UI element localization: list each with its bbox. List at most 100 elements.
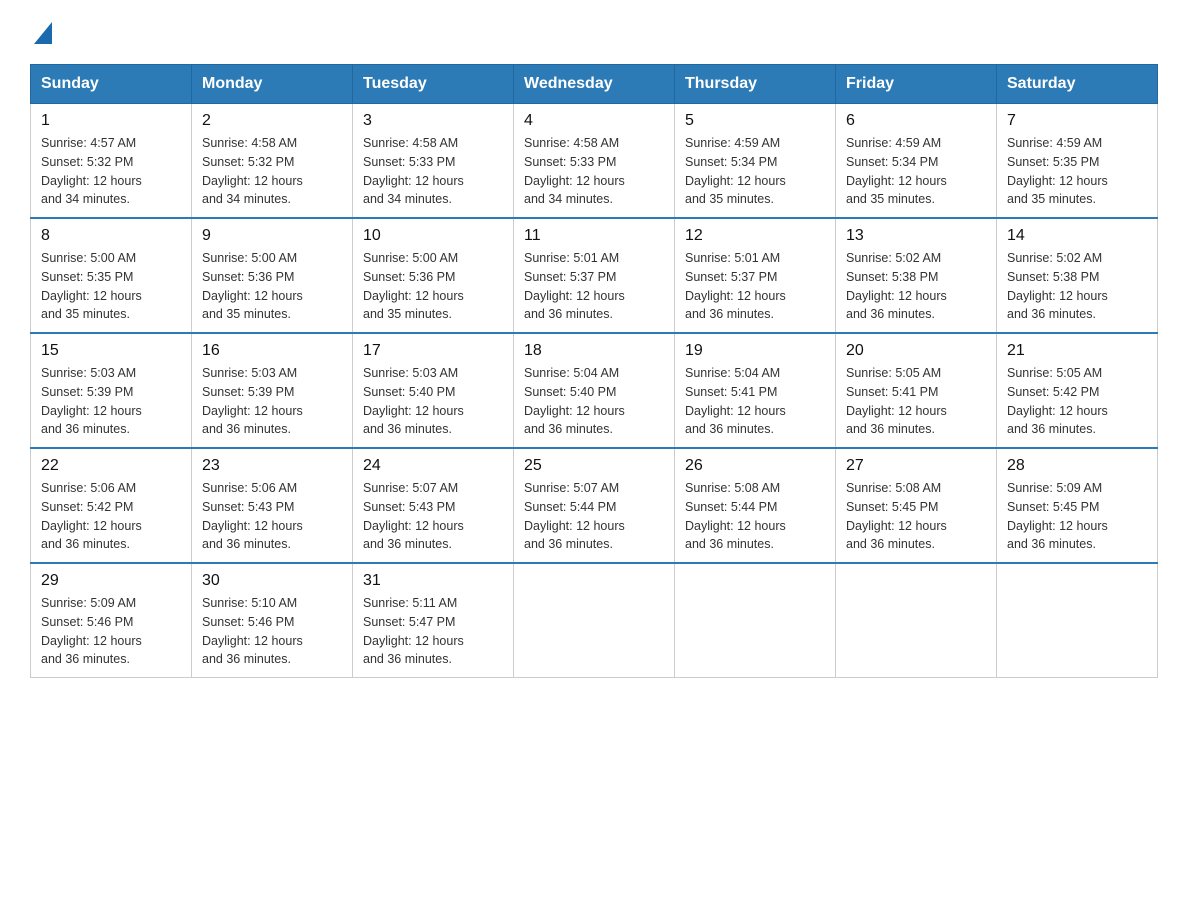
day-info: Sunrise: 5:04 AMSunset: 5:41 PMDaylight:… xyxy=(685,366,786,436)
day-number: 27 xyxy=(846,457,986,475)
day-info: Sunrise: 5:02 AMSunset: 5:38 PMDaylight:… xyxy=(846,251,947,321)
day-number: 3 xyxy=(363,112,503,130)
day-number: 4 xyxy=(524,112,664,130)
day-number: 11 xyxy=(524,227,664,245)
day-number: 20 xyxy=(846,342,986,360)
calendar-day-cell: 3 Sunrise: 4:58 AMSunset: 5:33 PMDaylight… xyxy=(353,104,514,219)
day-info: Sunrise: 5:05 AMSunset: 5:41 PMDaylight:… xyxy=(846,366,947,436)
calendar-day-cell: 1Sunrise: 4:57 AMSunset: 5:32 PMDaylight… xyxy=(31,104,192,219)
calendar-week-row: 8 Sunrise: 5:00 AMSunset: 5:35 PMDaylight… xyxy=(31,218,1158,333)
day-number: 2 xyxy=(202,112,342,130)
calendar-day-cell: 2 Sunrise: 4:58 AMSunset: 5:32 PMDaylight… xyxy=(192,104,353,219)
day-number: 5 xyxy=(685,112,825,130)
calendar-day-cell: 31 Sunrise: 5:11 AMSunset: 5:47 PMDayligh… xyxy=(353,563,514,678)
calendar-day-cell: 11 Sunrise: 5:01 AMSunset: 5:37 PMDayligh… xyxy=(514,218,675,333)
calendar-day-cell: 23 Sunrise: 5:06 AMSunset: 5:43 PMDayligh… xyxy=(192,448,353,563)
day-info: Sunrise: 5:02 AMSunset: 5:38 PMDaylight:… xyxy=(1007,251,1108,321)
day-number: 21 xyxy=(1007,342,1147,360)
calendar-week-row: 15 Sunrise: 5:03 AMSunset: 5:39 PMDayligh… xyxy=(31,333,1158,448)
weekday-header-wednesday: Wednesday xyxy=(514,65,675,104)
calendar-day-cell: 5 Sunrise: 4:59 AMSunset: 5:34 PMDaylight… xyxy=(675,104,836,219)
calendar-day-cell: 24Sunrise: 5:07 AMSunset: 5:43 PMDayligh… xyxy=(353,448,514,563)
day-number: 9 xyxy=(202,227,342,245)
calendar-day-cell: 25 Sunrise: 5:07 AMSunset: 5:44 PMDayligh… xyxy=(514,448,675,563)
day-number: 26 xyxy=(685,457,825,475)
day-number: 16 xyxy=(202,342,342,360)
calendar-day-cell: 18Sunrise: 5:04 AMSunset: 5:40 PMDayligh… xyxy=(514,333,675,448)
calendar-day-cell: 13Sunrise: 5:02 AMSunset: 5:38 PMDayligh… xyxy=(836,218,997,333)
calendar-day-cell: 16 Sunrise: 5:03 AMSunset: 5:39 PMDayligh… xyxy=(192,333,353,448)
day-info: Sunrise: 5:09 AMSunset: 5:45 PMDaylight:… xyxy=(1007,481,1108,551)
day-info: Sunrise: 5:07 AMSunset: 5:44 PMDaylight:… xyxy=(524,481,625,551)
calendar-week-row: 1Sunrise: 4:57 AMSunset: 5:32 PMDaylight… xyxy=(31,104,1158,219)
day-number: 15 xyxy=(41,342,181,360)
day-number: 23 xyxy=(202,457,342,475)
weekday-header-saturday: Saturday xyxy=(997,65,1158,104)
day-info: Sunrise: 5:11 AMSunset: 5:47 PMDaylight:… xyxy=(363,596,464,666)
calendar-day-cell: 12 Sunrise: 5:01 AMSunset: 5:37 PMDayligh… xyxy=(675,218,836,333)
weekday-header-friday: Friday xyxy=(836,65,997,104)
day-info: Sunrise: 5:10 AMSunset: 5:46 PMDaylight:… xyxy=(202,596,303,666)
day-info: Sunrise: 4:59 AMSunset: 5:34 PMDaylight:… xyxy=(846,136,947,206)
calendar-day-cell: 14Sunrise: 5:02 AMSunset: 5:38 PMDayligh… xyxy=(997,218,1158,333)
day-info: Sunrise: 5:03 AMSunset: 5:40 PMDaylight:… xyxy=(363,366,464,436)
calendar-week-row: 29Sunrise: 5:09 AMSunset: 5:46 PMDayligh… xyxy=(31,563,1158,678)
logo-arrow-icon xyxy=(34,22,52,44)
calendar-table: SundayMondayTuesdayWednesdayThursdayFrid… xyxy=(30,64,1158,678)
day-info: Sunrise: 4:58 AMSunset: 5:32 PMDaylight:… xyxy=(202,136,303,206)
calendar-day-cell: 19 Sunrise: 5:04 AMSunset: 5:41 PMDayligh… xyxy=(675,333,836,448)
calendar-day-cell: 30 Sunrise: 5:10 AMSunset: 5:46 PMDayligh… xyxy=(192,563,353,678)
calendar-day-cell: 22 Sunrise: 5:06 AMSunset: 5:42 PMDayligh… xyxy=(31,448,192,563)
logo xyxy=(30,20,32,44)
calendar-day-cell: 4 Sunrise: 4:58 AMSunset: 5:33 PMDaylight… xyxy=(514,104,675,219)
day-info: Sunrise: 4:58 AMSunset: 5:33 PMDaylight:… xyxy=(524,136,625,206)
day-number: 10 xyxy=(363,227,503,245)
calendar-day-cell: 27 Sunrise: 5:08 AMSunset: 5:45 PMDayligh… xyxy=(836,448,997,563)
day-info: Sunrise: 5:01 AMSunset: 5:37 PMDaylight:… xyxy=(685,251,786,321)
day-number: 12 xyxy=(685,227,825,245)
weekday-header-monday: Monday xyxy=(192,65,353,104)
day-number: 17 xyxy=(363,342,503,360)
day-info: Sunrise: 5:05 AMSunset: 5:42 PMDaylight:… xyxy=(1007,366,1108,436)
day-info: Sunrise: 5:00 AMSunset: 5:35 PMDaylight:… xyxy=(41,251,142,321)
weekday-header-sunday: Sunday xyxy=(31,65,192,104)
calendar-day-cell xyxy=(514,563,675,678)
weekday-header-tuesday: Tuesday xyxy=(353,65,514,104)
day-info: Sunrise: 4:58 AMSunset: 5:33 PMDaylight:… xyxy=(363,136,464,206)
calendar-day-cell: 17 Sunrise: 5:03 AMSunset: 5:40 PMDayligh… xyxy=(353,333,514,448)
calendar-day-cell: 28Sunrise: 5:09 AMSunset: 5:45 PMDayligh… xyxy=(997,448,1158,563)
calendar-day-cell: 20 Sunrise: 5:05 AMSunset: 5:41 PMDayligh… xyxy=(836,333,997,448)
day-number: 31 xyxy=(363,572,503,590)
page-header xyxy=(30,20,1158,44)
day-number: 19 xyxy=(685,342,825,360)
calendar-week-row: 22 Sunrise: 5:06 AMSunset: 5:42 PMDayligh… xyxy=(31,448,1158,563)
day-info: Sunrise: 5:06 AMSunset: 5:43 PMDaylight:… xyxy=(202,481,303,551)
day-info: Sunrise: 5:06 AMSunset: 5:42 PMDaylight:… xyxy=(41,481,142,551)
day-info: Sunrise: 5:08 AMSunset: 5:45 PMDaylight:… xyxy=(846,481,947,551)
day-number: 1 xyxy=(41,112,181,130)
calendar-day-cell xyxy=(997,563,1158,678)
day-number: 25 xyxy=(524,457,664,475)
day-info: Sunrise: 5:07 AMSunset: 5:43 PMDaylight:… xyxy=(363,481,464,551)
day-info: Sunrise: 4:59 AMSunset: 5:34 PMDaylight:… xyxy=(685,136,786,206)
calendar-day-cell: 29Sunrise: 5:09 AMSunset: 5:46 PMDayligh… xyxy=(31,563,192,678)
calendar-day-cell xyxy=(836,563,997,678)
day-info: Sunrise: 5:01 AMSunset: 5:37 PMDaylight:… xyxy=(524,251,625,321)
day-info: Sunrise: 5:03 AMSunset: 5:39 PMDaylight:… xyxy=(202,366,303,436)
day-number: 7 xyxy=(1007,112,1147,130)
calendar-day-cell: 8 Sunrise: 5:00 AMSunset: 5:35 PMDaylight… xyxy=(31,218,192,333)
day-number: 22 xyxy=(41,457,181,475)
day-info: Sunrise: 5:08 AMSunset: 5:44 PMDaylight:… xyxy=(685,481,786,551)
calendar-day-cell: 15Sunrise: 5:03 AMSunset: 5:39 PMDayligh… xyxy=(31,333,192,448)
day-number: 30 xyxy=(202,572,342,590)
calendar-day-cell: 21 Sunrise: 5:05 AMSunset: 5:42 PMDayligh… xyxy=(997,333,1158,448)
day-number: 6 xyxy=(846,112,986,130)
calendar-day-cell: 6 Sunrise: 4:59 AMSunset: 5:34 PMDaylight… xyxy=(836,104,997,219)
day-info: Sunrise: 5:09 AMSunset: 5:46 PMDaylight:… xyxy=(41,596,142,666)
calendar-day-cell: 10 Sunrise: 5:00 AMSunset: 5:36 PMDayligh… xyxy=(353,218,514,333)
day-info: Sunrise: 5:04 AMSunset: 5:40 PMDaylight:… xyxy=(524,366,625,436)
day-number: 8 xyxy=(41,227,181,245)
calendar-day-cell: 9Sunrise: 5:00 AMSunset: 5:36 PMDaylight… xyxy=(192,218,353,333)
day-info: Sunrise: 5:00 AMSunset: 5:36 PMDaylight:… xyxy=(363,251,464,321)
calendar-day-cell: 7Sunrise: 4:59 AMSunset: 5:35 PMDaylight… xyxy=(997,104,1158,219)
